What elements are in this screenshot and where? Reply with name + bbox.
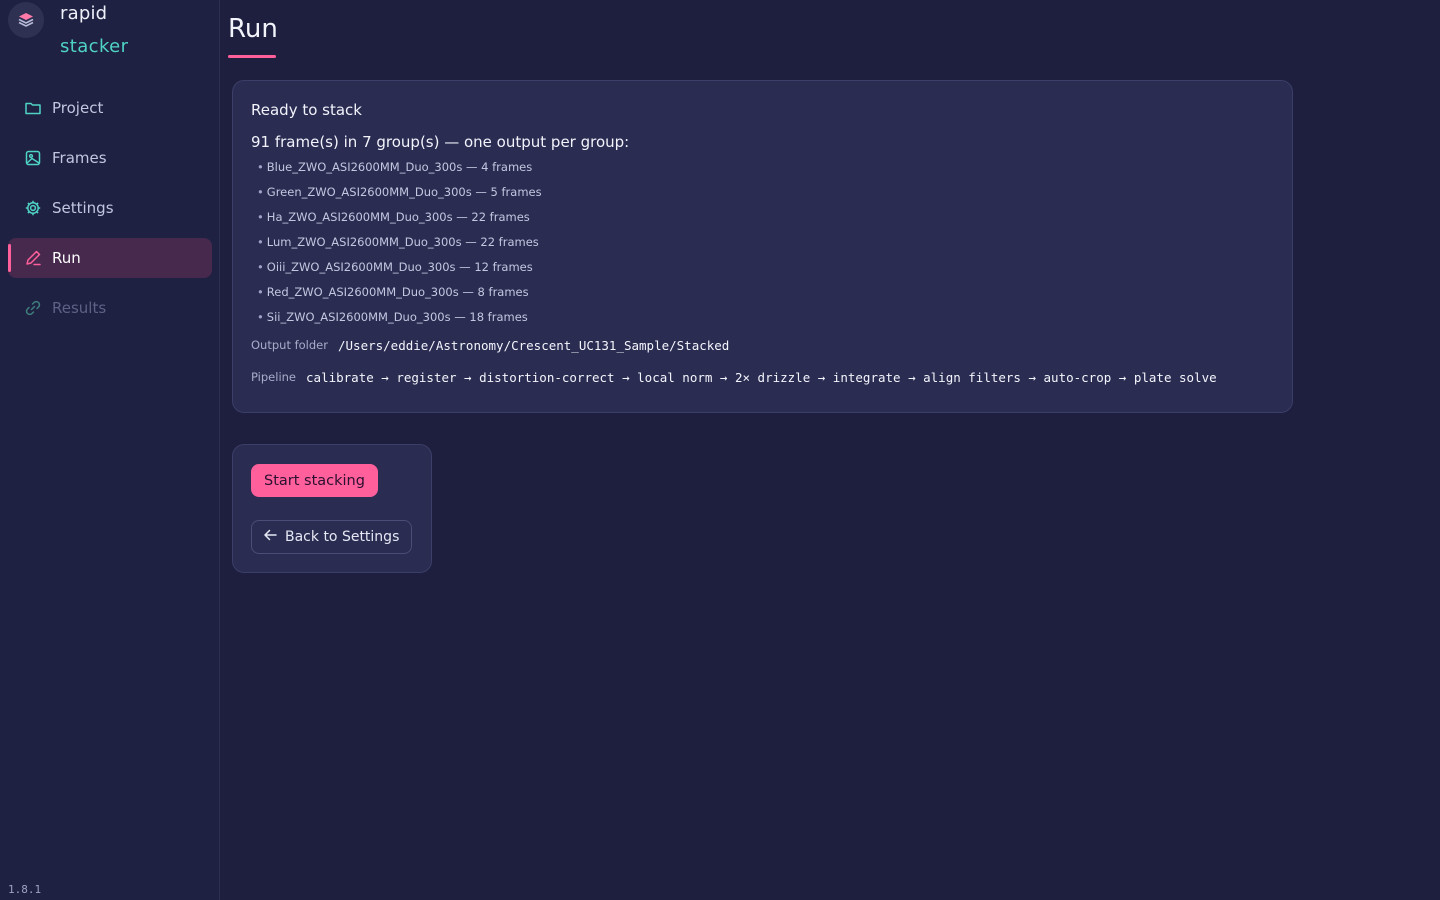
brand-name-rapid: rapid (60, 3, 108, 24)
sidebar-nav: Project Frames Settings Run Results (8, 88, 212, 338)
sidebar-item-label: Project (52, 99, 104, 117)
group-entry: Green_ZWO_ASI2600MM_Duo_300s — 5 frames (266, 185, 542, 199)
image-icon (24, 149, 42, 167)
output-folder-row: Output folder /Users/eddie/Astronomy/Cre… (251, 334, 1274, 356)
pencil-icon (24, 249, 42, 267)
group-entry: Blue_ZWO_ASI2600MM_Duo_300s — 4 frames (266, 160, 533, 174)
run-summary-card: Ready to stack 91 frame(s) in 7 group(s)… (232, 80, 1293, 413)
title-underline (228, 55, 276, 58)
sidebar-item-label: Frames (52, 149, 107, 167)
brand-name-stacker: stacker (60, 36, 129, 57)
list-item: • Sii_ZWO_ASI2600MM_Duo_300s — 18 frames (257, 310, 528, 324)
list-item: • Lum_ZWO_ASI2600MM_Duo_300s — 22 frames (257, 235, 539, 249)
list-item: • Ha_ZWO_ASI2600MM_Duo_300s — 22 frames (257, 210, 530, 224)
brand: rapid stacker (0, 0, 220, 70)
actions-card: Start stacking Back to Settings (232, 444, 432, 573)
folder-icon (24, 99, 42, 117)
sidebar-item-frames[interactable]: Frames (8, 138, 212, 178)
main-content: Run Ready to stack 91 frame(s) in 7 grou… (220, 0, 1440, 900)
pipeline-steps: calibrate → register → distortion-correc… (306, 369, 1217, 385)
group-entry: Sii_ZWO_ASI2600MM_Duo_300s — 18 frames (266, 310, 528, 324)
stack-logo-icon (8, 2, 44, 38)
page-title: Run (228, 14, 278, 44)
group-entry: Lum_ZWO_ASI2600MM_Duo_300s — 22 frames (266, 235, 539, 249)
group-entry: Oiii_ZWO_ASI2600MM_Duo_300s — 12 frames (266, 260, 533, 274)
list-item: • Red_ZWO_ASI2600MM_Duo_300s — 8 frames (257, 285, 529, 299)
sidebar-item-label: Run (52, 249, 81, 267)
back-to-settings-button[interactable]: Back to Settings (251, 520, 413, 554)
pipeline-row: Pipeline calibrate → register → distorti… (251, 366, 1274, 388)
groups-heading: 91 frame(s) in 7 group(s) — one output p… (251, 133, 630, 151)
arrow-left-icon (264, 529, 277, 545)
sidebar-item-label: Results (52, 299, 107, 317)
output-folder-path: /Users/eddie/Astronomy/Crescent_UC131_Sa… (338, 337, 730, 353)
app-window: rapid stacker Project Frames Settings Ru… (0, 0, 1440, 900)
version-label: 1.8.1 (8, 883, 42, 896)
pipeline-label: Pipeline (251, 370, 297, 384)
group-entry: Ha_ZWO_ASI2600MM_Duo_300s — 22 frames (266, 210, 530, 224)
summary-heading: Ready to stack (251, 101, 362, 119)
sidebar-item-project[interactable]: Project (8, 88, 212, 128)
link-icon (24, 299, 42, 317)
sidebar-item-settings[interactable]: Settings (8, 188, 212, 228)
sidebar-item-label: Settings (52, 199, 114, 217)
sidebar-item-results: Results (8, 288, 212, 328)
back-to-settings-label: Back to Settings (285, 529, 400, 545)
group-list: • Blue_ZWO_ASI2600MM_Duo_300s — 4 frames … (257, 157, 1274, 332)
gear-icon (24, 199, 42, 217)
output-folder-label: Output folder (251, 338, 328, 352)
group-entry: Red_ZWO_ASI2600MM_Duo_300s — 8 frames (266, 285, 529, 299)
start-stacking-button[interactable]: Start stacking (251, 464, 378, 497)
list-item: • Blue_ZWO_ASI2600MM_Duo_300s — 4 frames (257, 160, 533, 174)
list-item: • Green_ZWO_ASI2600MM_Duo_300s — 5 frames (257, 185, 542, 199)
sidebar: rapid stacker Project Frames Settings Ru… (0, 0, 220, 900)
list-item: • Oiii_ZWO_ASI2600MM_Duo_300s — 12 frames (257, 260, 533, 274)
sidebar-item-run[interactable]: Run (8, 238, 212, 278)
